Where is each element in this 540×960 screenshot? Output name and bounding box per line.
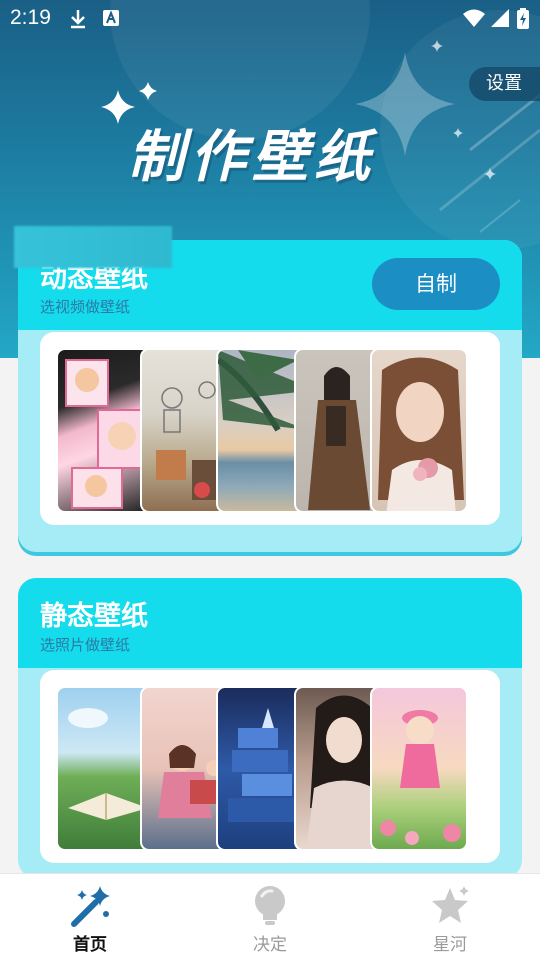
- bottom-navigation: 首页 决定 星河: [0, 873, 540, 960]
- settings-button[interactable]: 设置: [469, 67, 540, 101]
- preview-panel: [40, 670, 500, 863]
- star-icon: [432, 886, 469, 923]
- lightbulb-icon: [255, 886, 285, 925]
- nav-item-galaxy[interactable]: 星河: [390, 882, 510, 956]
- app-screen: 2:19 制作壁纸 设置 动态壁纸 选视频做壁纸 自制 静态壁纸 选照片做壁纸 …: [0, 0, 540, 960]
- nav-item-decide[interactable]: 决定: [210, 882, 330, 956]
- blurred-overlay: [14, 226, 172, 268]
- make-own-button[interactable]: 自制: [372, 258, 500, 310]
- clock: 2:19: [10, 6, 51, 29]
- page-title: 制作壁纸: [128, 125, 376, 190]
- dynamic-wallpaper-card[interactable]: 动态壁纸 选视频做壁纸 自制: [18, 240, 522, 552]
- wallpaper-thumbnail[interactable]: [370, 686, 468, 851]
- nav-label: 决定: [253, 935, 287, 955]
- download-icon: [71, 10, 85, 29]
- wallpaper-thumbnail[interactable]: [370, 348, 468, 513]
- nav-label: 星河: [433, 935, 467, 955]
- preview-panel: [40, 332, 500, 525]
- nav-label: 首页: [73, 935, 107, 955]
- card-subtitle: 选视频做壁纸: [40, 298, 131, 316]
- signal-icon: [491, 9, 509, 27]
- battery-icon: [517, 8, 529, 29]
- static-wallpaper-card[interactable]: 静态壁纸 选照片做壁纸: [18, 578, 522, 878]
- status-bar: 2:19: [0, 0, 540, 36]
- magic-wand-icon: [71, 886, 110, 927]
- wifi-icon: [463, 9, 485, 27]
- nav-item-home[interactable]: 首页: [30, 882, 150, 956]
- card-subtitle: 选照片做壁纸: [40, 636, 131, 654]
- app-notification-icon: [103, 10, 119, 26]
- card-title: 静态壁纸: [40, 601, 148, 632]
